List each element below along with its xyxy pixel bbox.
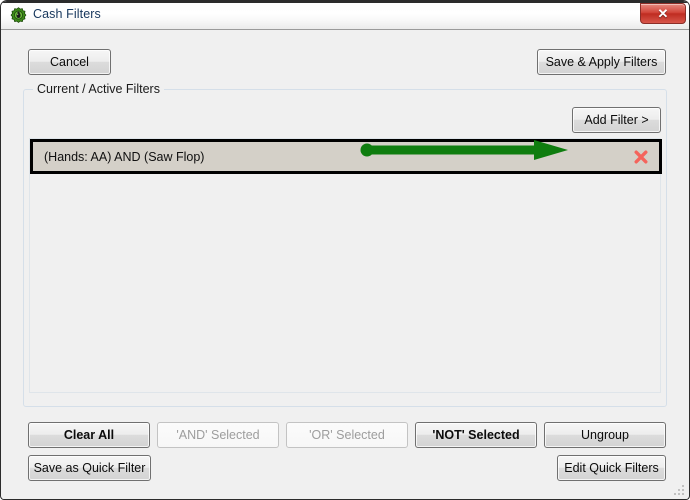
clear-all-label: Clear All <box>63 427 115 442</box>
save-and-apply-filters-button[interactable]: Save & Apply Filters <box>537 49 666 75</box>
filter-expression-text: (Hands: AA) AND (Saw Flop) <box>44 149 205 164</box>
save-and-apply-filters-label: Save & Apply Filters <box>545 54 658 69</box>
not-selected-label: 'NOT' Selected <box>432 427 520 442</box>
close-button[interactable]: ✕ <box>640 3 686 24</box>
or-selected-button[interactable]: 'OR' Selected <box>286 422 408 448</box>
app-gear-icon <box>10 7 27 24</box>
and-selected-button[interactable]: 'AND' Selected <box>157 422 279 448</box>
red-x-delete-icon[interactable] <box>633 149 649 165</box>
cash-filters-window: Cash Filters ✕ Cancel Save & Apply Filte… <box>0 0 690 500</box>
ungroup-label: Ungroup <box>581 427 629 442</box>
list-item[interactable]: (Hands: AA) AND (Saw Flop) <box>30 139 662 174</box>
or-selected-label: 'OR' Selected <box>309 427 385 442</box>
edit-quick-filters-label: Edit Quick Filters <box>564 460 659 475</box>
cancel-button-label: Cancel <box>50 54 89 69</box>
cancel-button[interactable]: Cancel <box>28 49 111 75</box>
active-filters-list[interactable]: (Hands: AA) AND (Saw Flop) <box>29 138 662 393</box>
and-selected-label: 'AND' Selected <box>176 427 260 442</box>
edit-quick-filters-button[interactable]: Edit Quick Filters <box>557 455 666 481</box>
save-as-quick-filter-label: Save as Quick Filter <box>33 460 146 475</box>
dialog-client-area: Cancel Save & Apply Filters Current / Ac… <box>2 31 688 499</box>
window-title: Cash Filters <box>33 7 101 21</box>
close-icon: ✕ <box>657 6 669 21</box>
not-selected-button[interactable]: 'NOT' Selected <box>415 422 537 448</box>
add-filter-button-label: Add Filter > <box>584 112 649 127</box>
add-filter-button[interactable]: Add Filter > <box>572 107 661 133</box>
resize-grip-icon[interactable] <box>672 483 685 496</box>
ungroup-button[interactable]: Ungroup <box>544 422 666 448</box>
window-titlebar[interactable]: Cash Filters ✕ <box>1 1 689 30</box>
clear-all-button[interactable]: Clear All <box>28 422 150 448</box>
current-active-filters-groupbox: Current / Active Filters Add Filter > (H… <box>23 82 667 407</box>
save-as-quick-filter-button[interactable]: Save as Quick Filter <box>28 455 151 481</box>
groupbox-legend: Current / Active Filters <box>33 82 164 96</box>
